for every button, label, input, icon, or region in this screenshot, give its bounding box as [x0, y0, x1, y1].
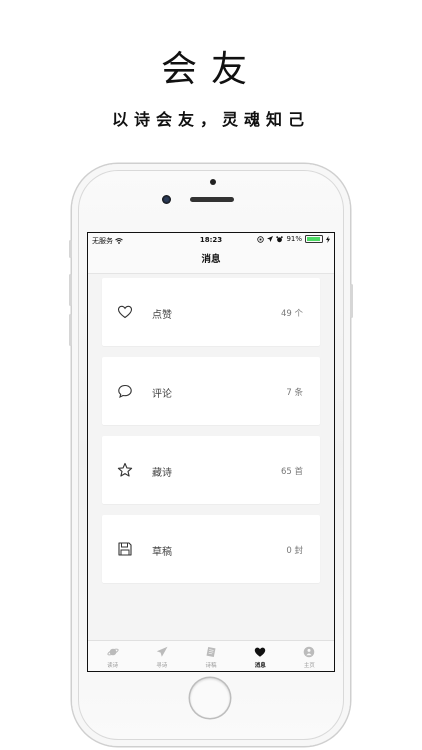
status-right: 91%	[257, 235, 330, 243]
card-count: 65 首	[280, 467, 303, 477]
battery-percent: 91%	[286, 235, 302, 243]
card-count: 7 条	[286, 388, 303, 398]
tab-messages[interactable]: 消息	[236, 641, 285, 671]
card-label: 评论	[152, 389, 172, 400]
floppy-disk-icon	[118, 542, 132, 556]
status-bar: 无服务 18:23 91%	[88, 233, 334, 247]
paper-plane-icon	[156, 646, 168, 657]
tab-label: 读诗	[107, 663, 119, 669]
location-arrow-icon	[267, 236, 274, 242]
tab-label: 诗稿	[205, 663, 217, 669]
profile-icon	[304, 646, 315, 658]
mute-switch	[69, 240, 72, 258]
tab-read-poems[interactable]: 读诗	[88, 641, 137, 671]
power-button	[350, 284, 353, 318]
tab-bar: 读诗 寻诗 诗稿 消息 主页	[88, 640, 334, 671]
tab-label: 消息	[254, 663, 266, 669]
notebook-icon	[206, 647, 216, 657]
planet-icon	[106, 648, 119, 656]
proximity-sensor	[210, 179, 216, 185]
page-title: 消息	[201, 254, 221, 265]
volume-up-button	[69, 274, 72, 306]
phone-frame: 无服务 18:23 91% 消息 点赞 49 个 评论 7 条 藏诗 65 首 …	[69, 164, 353, 746]
tab-find-poems[interactable]: 寻诗	[137, 641, 186, 671]
message-card-drafts[interactable]: 草稿 0 封	[102, 515, 320, 583]
message-card-saved-poems[interactable]: 藏诗 65 首	[102, 436, 320, 504]
hero-title: 会友	[160, 49, 261, 90]
orientation-lock-icon	[257, 235, 265, 243]
tab-poem-drafts[interactable]: 诗稿	[186, 641, 235, 671]
charging-bolt-icon	[326, 235, 330, 243]
star-icon	[117, 462, 133, 477]
card-count: 0 封	[286, 546, 303, 556]
front-camera	[162, 195, 171, 204]
battery-icon	[305, 235, 323, 243]
card-label: 草稿	[152, 547, 172, 558]
card-label: 点赞	[152, 310, 172, 321]
tab-label: 主页	[303, 663, 315, 669]
message-card-comments[interactable]: 评论 7 条	[102, 357, 320, 425]
tab-home[interactable]: 主页	[285, 641, 334, 671]
comment-bubble-icon	[118, 384, 132, 399]
heart-filled-icon	[255, 647, 266, 657]
battery-level	[307, 237, 320, 241]
tab-label: 寻诗	[156, 663, 168, 669]
message-card-likes[interactable]: 点赞 49 个	[102, 278, 320, 346]
card-count: 49 个	[280, 309, 303, 319]
phone-screen: 无服务 18:23 91% 消息 点赞 49 个 评论 7 条 藏诗 65 首 …	[87, 232, 335, 672]
hero-subtitle: 以诗会友，灵魂知己	[111, 110, 310, 129]
heart-icon	[117, 305, 133, 319]
alarm-icon	[276, 235, 284, 242]
volume-down-button	[69, 314, 72, 346]
nav-bar: 消息	[88, 247, 334, 274]
card-label: 藏诗	[152, 468, 172, 479]
earpiece-speaker	[190, 197, 234, 202]
home-button[interactable]	[190, 678, 230, 718]
